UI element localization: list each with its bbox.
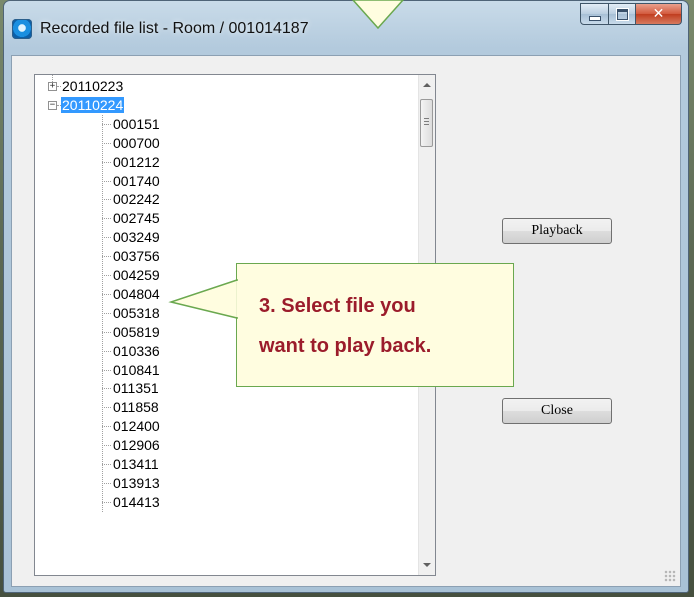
tree-item-file[interactable]: 003756 — [112, 247, 161, 265]
close-icon: ✕ — [652, 6, 665, 22]
tree-item-label: 20110224 — [61, 96, 125, 113]
scroll-down-icon[interactable] — [423, 563, 431, 567]
tree-item-label: 002242 — [113, 191, 160, 208]
tree-item-file[interactable]: 013913 — [112, 474, 161, 492]
tree-connector — [102, 464, 111, 465]
tree-connector — [102, 388, 111, 390]
scroll-up-icon[interactable] — [423, 83, 431, 87]
tree-connector — [102, 445, 111, 447]
app-icon — [12, 19, 32, 39]
tree-item-label: 003249 — [113, 229, 160, 246]
instruction-callout: 3. Select file you want to play back. — [236, 263, 514, 387]
collapse-icon[interactable]: − — [48, 100, 57, 110]
tree-item-file[interactable]: 011858 — [112, 398, 160, 416]
tree-connector — [102, 407, 111, 409]
tree-item-file[interactable]: 005318 — [112, 304, 161, 322]
tree-item-label: 002745 — [113, 210, 160, 227]
tree-connector — [102, 161, 111, 163]
tree-item-file[interactable]: 001740 — [112, 172, 161, 190]
tree-connector — [102, 293, 111, 295]
window-title: Recorded file list - Room / 001014187 — [40, 20, 309, 37]
tree-item-file[interactable]: 010336 — [112, 342, 161, 360]
resize-grip[interactable] — [664, 570, 676, 582]
maximize-button[interactable] — [609, 3, 636, 25]
scroll-thumb[interactable] — [420, 99, 433, 147]
tree-connector — [102, 180, 111, 182]
tree-item-label: 004259 — [113, 267, 160, 283]
thumb-grip-line — [424, 121, 429, 122]
thumb-grip-line — [424, 124, 429, 125]
tree-connector — [102, 199, 111, 201]
tree-item-file[interactable]: 013411 — [112, 455, 160, 473]
tree-item-file[interactable]: 010841 — [112, 361, 161, 379]
tree-item-label: 000151 — [113, 115, 160, 132]
tree-item-file[interactable]: 014413 — [112, 493, 161, 511]
tree-connector — [102, 426, 111, 428]
tree-item-file[interactable]: 002745 — [112, 209, 161, 227]
tree-item-label: 003756 — [113, 248, 160, 265]
tree-connector — [102, 123, 111, 125]
tree-connector — [102, 482, 111, 484]
caption-buttons: ✕ — [580, 3, 682, 25]
tree-connector — [102, 369, 111, 371]
tree-item-label: 20110223 — [62, 78, 124, 94]
tree-item-file[interactable]: 004259 — [112, 266, 161, 284]
close-window-button[interactable]: ✕ — [636, 3, 682, 25]
tree-item-file[interactable]: 003249 — [112, 228, 161, 246]
tree-item-date[interactable]: 20110223 — [61, 77, 124, 95]
tree-item-label: 001212 — [113, 153, 160, 170]
tree-item-label: 014413 — [113, 493, 160, 510]
tree-connector — [102, 256, 111, 258]
tree-connector — [102, 142, 111, 144]
tree-item-label: 011351 — [113, 380, 159, 397]
tree-item-file[interactable]: 001212 — [112, 153, 161, 171]
tree-item-label: 010336 — [113, 342, 160, 359]
tree-item-label: 005318 — [113, 304, 160, 321]
tree-item-date[interactable]: 20110224 — [61, 96, 125, 114]
close-button[interactable]: Close — [502, 398, 612, 424]
tree-item-label: 012906 — [113, 437, 160, 454]
tree-item-label: 011858 — [113, 399, 159, 416]
tree-connector — [102, 312, 111, 314]
tree-item-file[interactable]: 004804 — [112, 285, 161, 303]
tree-item-file[interactable]: 005819 — [112, 323, 161, 341]
maximize-icon — [616, 8, 628, 20]
tree-item-label: 005819 — [113, 323, 160, 340]
tree-item-file[interactable]: 000700 — [112, 134, 161, 152]
minimize-button[interactable] — [580, 3, 609, 25]
tree-item-label: 013913 — [113, 474, 160, 491]
tree-connector — [102, 501, 111, 503]
tree-item-file[interactable]: 000151 — [112, 115, 161, 133]
callout-text: 3. Select file you want to play back. — [259, 295, 432, 357]
tree-item-label: 010841 — [113, 361, 160, 378]
tree-connector — [102, 275, 111, 276]
expand-icon[interactable]: + — [48, 82, 57, 91]
tree-item-file[interactable]: 002242 — [112, 190, 161, 208]
tree-connector — [102, 218, 111, 220]
playback-button[interactable]: Playback — [502, 218, 612, 244]
tree-connector — [102, 237, 111, 239]
tree-item-file[interactable]: 012906 — [112, 436, 161, 454]
title-bar[interactable]: Recorded file list - Room / 001014187 ✕ — [4, 1, 688, 55]
tree-item-label: 001740 — [113, 172, 160, 189]
tree-connector — [52, 75, 53, 82]
thumb-grip-line — [424, 118, 429, 119]
tree-item-file[interactable]: 011351 — [112, 379, 160, 397]
tree-connector — [102, 331, 111, 333]
tree-item-label: 000700 — [113, 134, 160, 151]
tree-connector — [102, 350, 111, 352]
minimize-icon — [588, 15, 601, 21]
tree-item-file[interactable]: 012400 — [112, 417, 161, 435]
tree-item-label: 012400 — [113, 418, 160, 435]
tree-item-label: 004804 — [113, 285, 160, 302]
tree-item-label: 013411 — [113, 456, 159, 472]
